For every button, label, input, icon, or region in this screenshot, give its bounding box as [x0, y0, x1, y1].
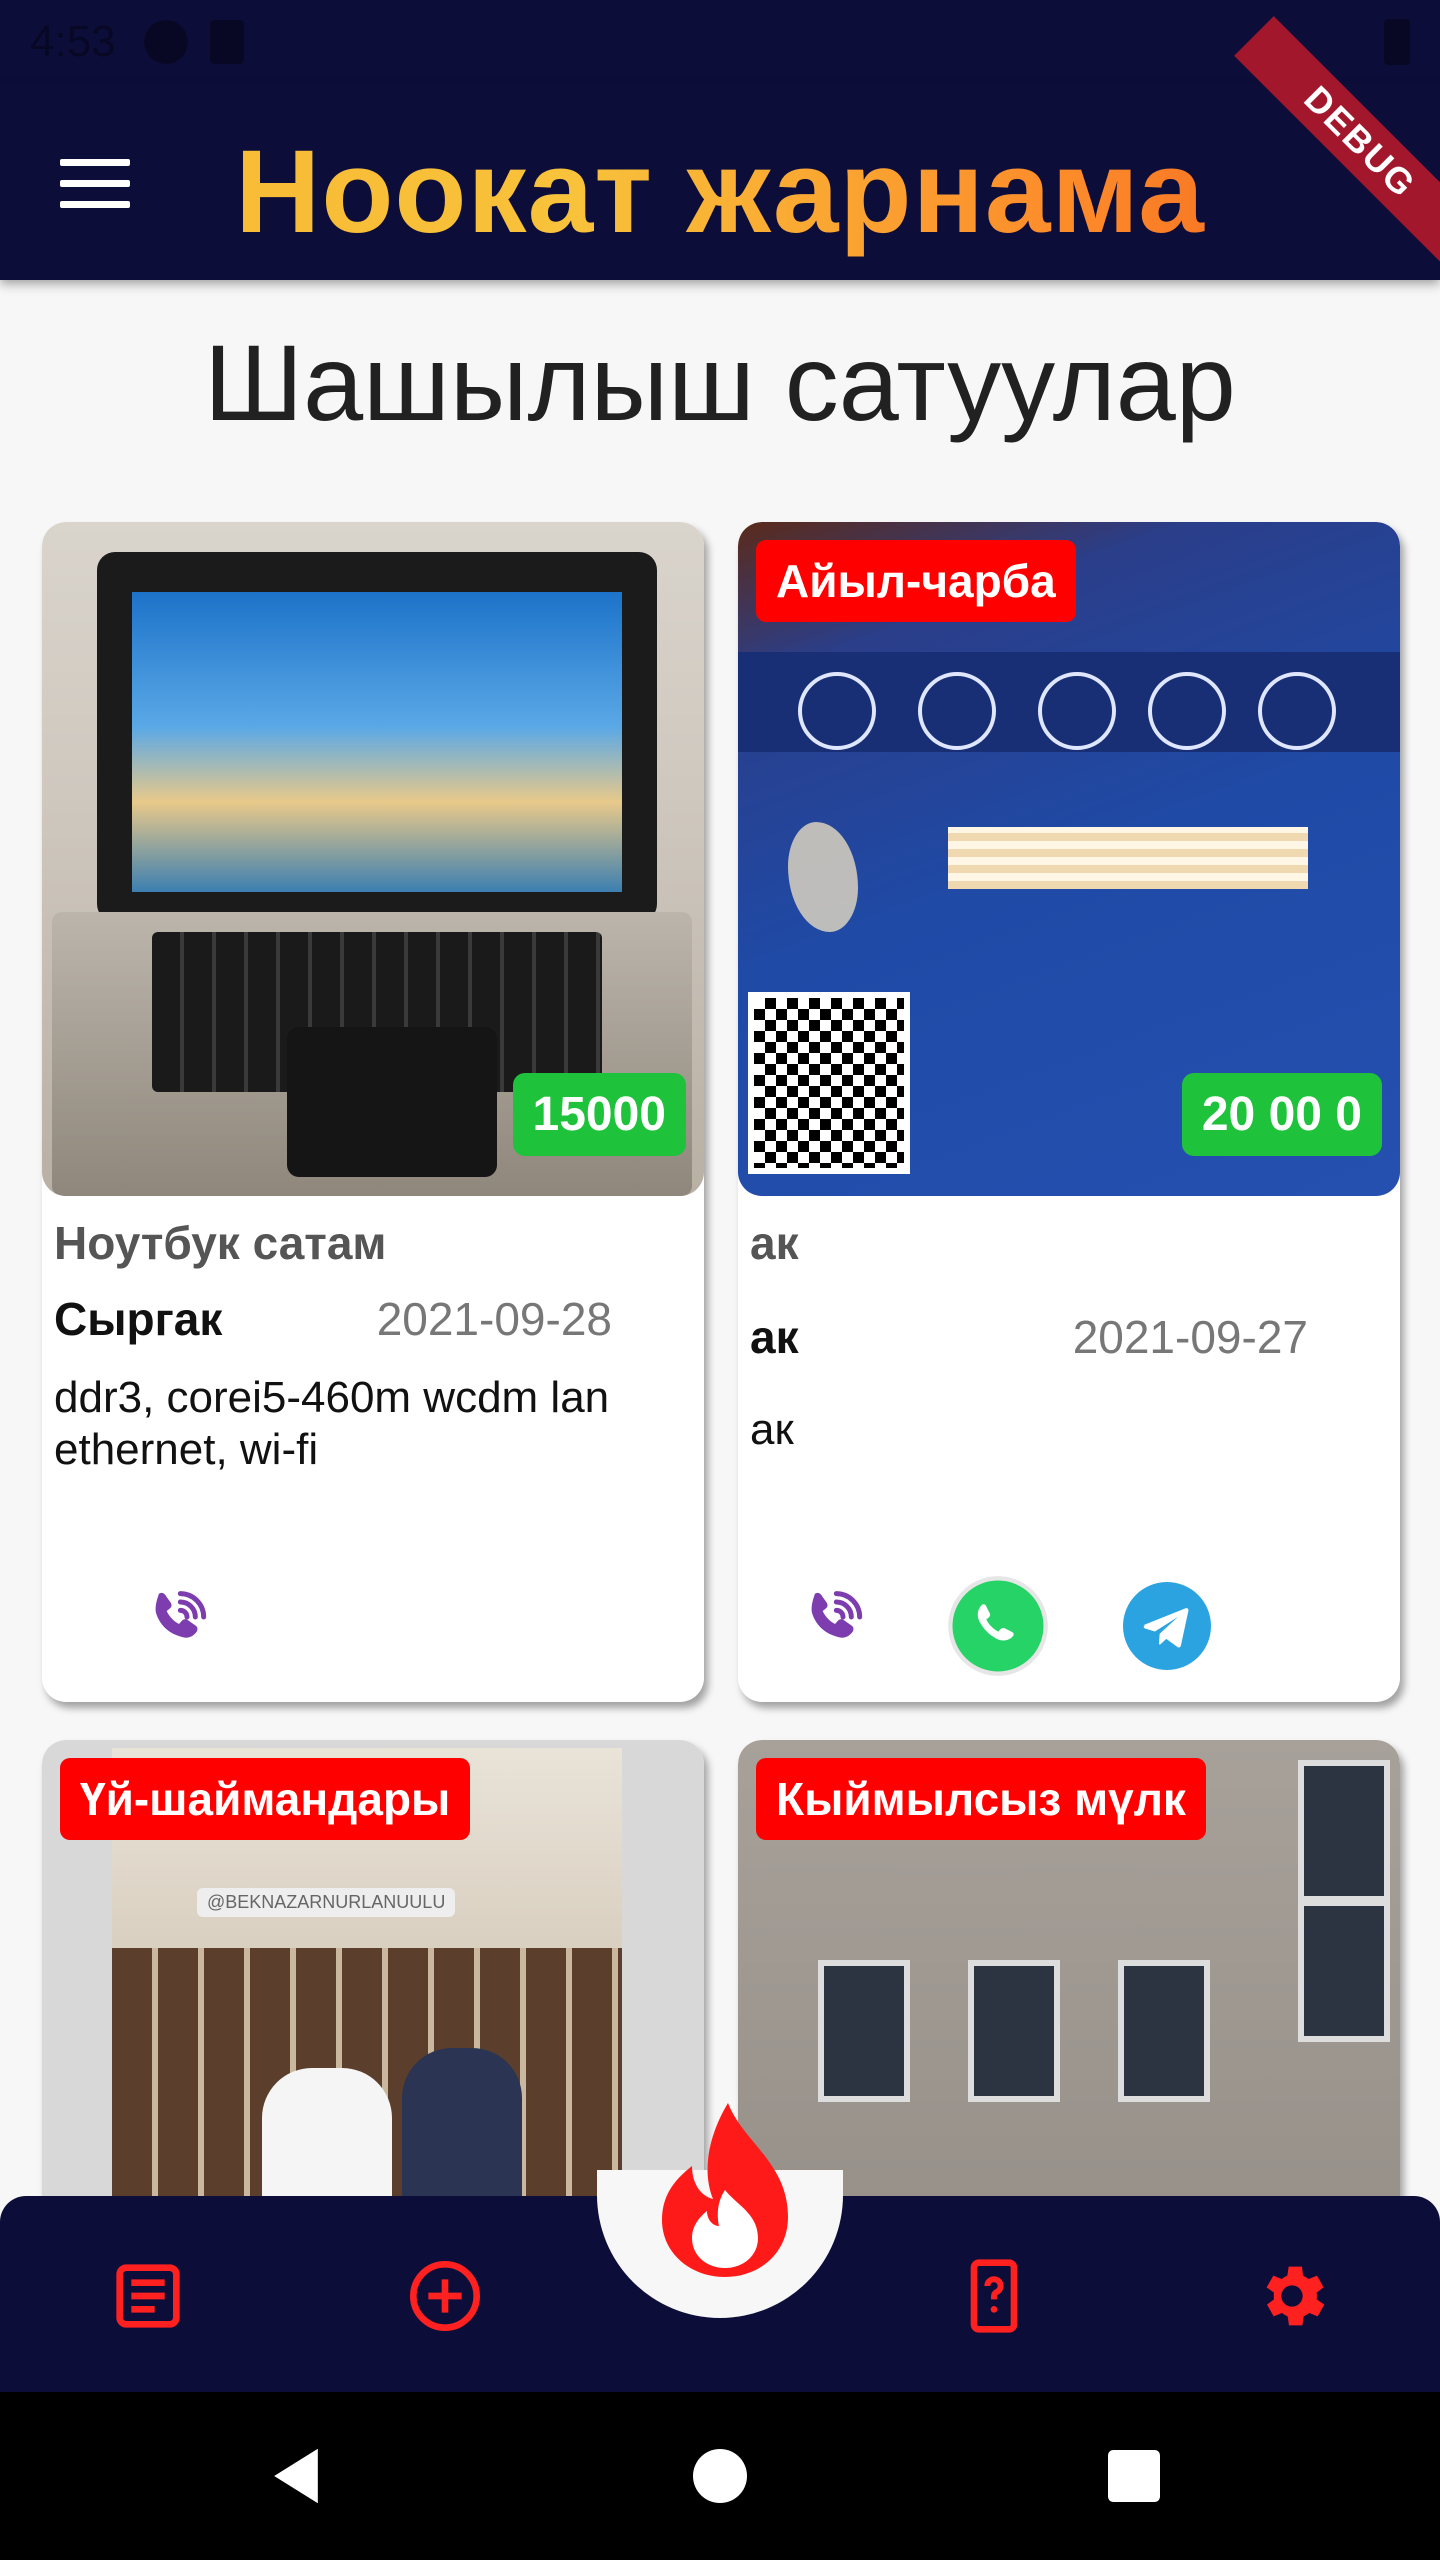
help-phone-icon[interactable]	[954, 2256, 1034, 2336]
add-circle-icon[interactable]	[405, 2256, 485, 2336]
status-bar: 4:53	[0, 0, 1440, 84]
viber-icon[interactable]	[793, 1582, 873, 1662]
listing-card[interactable]: Айыл-чарба 20 00 0 ак ак 2021-09-27 ак	[738, 522, 1400, 1702]
fire-icon[interactable]	[650, 2100, 800, 2280]
status-time: 4:53	[30, 17, 116, 66]
sd-card-icon	[209, 20, 244, 64]
listing-title: Ноутбук сатам	[54, 1217, 387, 1269]
category-badge: Айыл-чарба	[756, 540, 1076, 622]
viber-icon[interactable]	[137, 1582, 217, 1662]
list-icon[interactable]	[108, 2256, 188, 2336]
seller-name: ак	[750, 1311, 799, 1363]
battery-icon	[1384, 19, 1410, 65]
listing-card[interactable]: 15000 Ноутбук сатам Сыргак 2021-09-28 dd…	[42, 522, 704, 1702]
app-title: Ноокат жарнама	[0, 124, 1440, 260]
price-badge: 20 00 0	[1181, 1073, 1382, 1156]
category-badge: Үй-шаймандары	[60, 1758, 471, 1840]
app-bar: Ноокат жарнама DEBUG	[0, 16, 1440, 280]
price-badge: 15000	[512, 1073, 686, 1156]
listing-photo[interactable]: Айыл-чарба 20 00 0	[738, 522, 1400, 1196]
listing-date: 2021-09-27	[1072, 1311, 1308, 1363]
page-title: Шашылыш сатуулар	[204, 322, 1236, 443]
listing-description: ак	[750, 1405, 794, 1454]
whatsapp-icon[interactable]	[946, 1574, 1050, 1678]
home-icon[interactable]	[693, 2449, 747, 2503]
recents-icon[interactable]	[1108, 2450, 1160, 2502]
listing-title: ак	[750, 1217, 799, 1269]
seller-name: Сыргак	[54, 1293, 223, 1345]
listing-date: 2021-09-28	[376, 1293, 612, 1345]
back-icon[interactable]	[268, 2446, 324, 2506]
listing-photo[interactable]: 15000	[42, 522, 704, 1196]
notification-icon	[143, 20, 188, 64]
photo-caption: @BEKNAZARNURLANUULU	[197, 1888, 456, 1917]
system-navigation-bar	[0, 2392, 1440, 2560]
category-badge: Кыймылсыз мүлк	[756, 1758, 1206, 1840]
settings-gear-icon[interactable]	[1252, 2256, 1332, 2336]
telegram-icon[interactable]	[1123, 1582, 1211, 1670]
listing-description: ddr3, corei5-460m wcdm lan ethernet, wi-…	[54, 1373, 610, 1474]
